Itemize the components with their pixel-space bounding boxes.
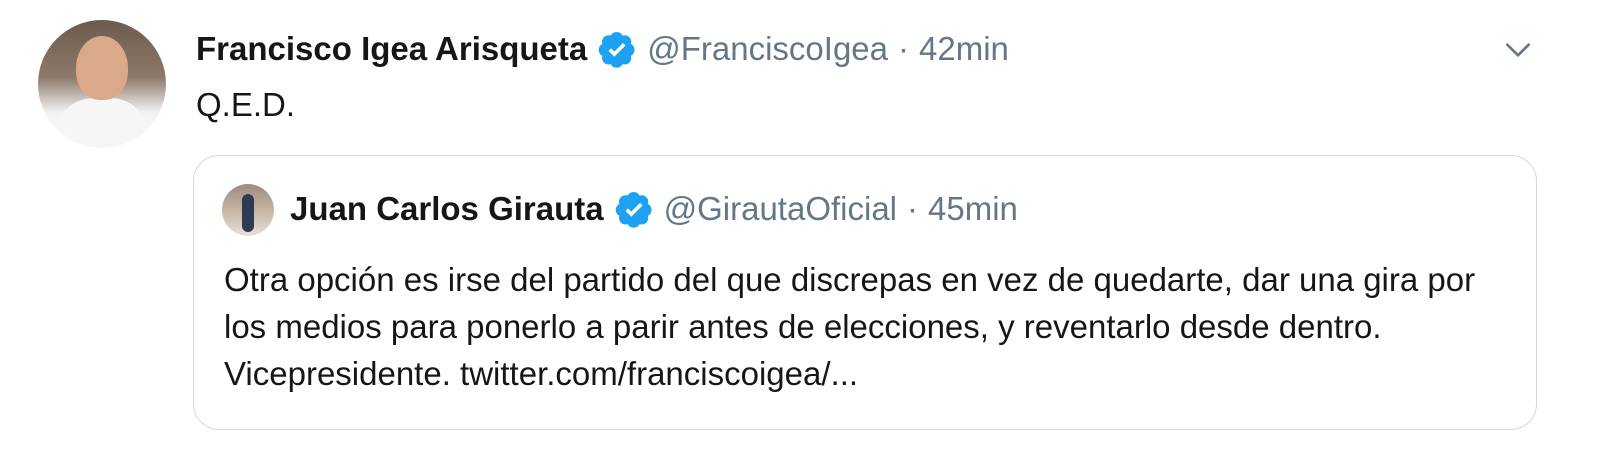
tweet-header: Francisco Igea Arisqueta @FranciscoIgea … bbox=[196, 26, 1009, 72]
avatar-shirt bbox=[54, 98, 150, 148]
separator-dot: · bbox=[898, 30, 910, 67]
quoted-tweet-time[interactable]: 45min bbox=[928, 190, 1018, 228]
author-name[interactable]: Francisco Igea Arisqueta bbox=[196, 30, 587, 68]
tweet[interactable]: Francisco Igea Arisqueta @FranciscoIgea … bbox=[0, 0, 1600, 472]
tweet-text: Q.E.D. bbox=[196, 86, 296, 123]
avatar-figure bbox=[242, 194, 254, 232]
quoted-tweet-header: Juan Carlos Girauta @GirautaOficial · 45… bbox=[290, 186, 1018, 232]
quoted-author-avatar[interactable] bbox=[222, 184, 274, 236]
quoted-tweet-text: Otra opción es irse del partido del que … bbox=[224, 261, 1476, 392]
verified-badge-icon bbox=[599, 31, 635, 68]
chevron-down-icon[interactable] bbox=[1502, 34, 1534, 66]
author-handle[interactable]: @FranciscoIgea bbox=[647, 30, 888, 68]
separator-dot: · bbox=[907, 190, 919, 227]
avatar-face bbox=[76, 36, 128, 100]
quoted-tweet-card[interactable]: Juan Carlos Girauta @GirautaOficial · 45… bbox=[193, 155, 1537, 430]
quoted-author-name[interactable]: Juan Carlos Girauta bbox=[290, 190, 604, 228]
tweet-time[interactable]: 42min bbox=[919, 30, 1009, 68]
verified-badge-icon bbox=[615, 191, 652, 228]
author-avatar[interactable] bbox=[38, 20, 166, 148]
quoted-author-handle[interactable]: @GirautaOficial bbox=[664, 190, 897, 228]
